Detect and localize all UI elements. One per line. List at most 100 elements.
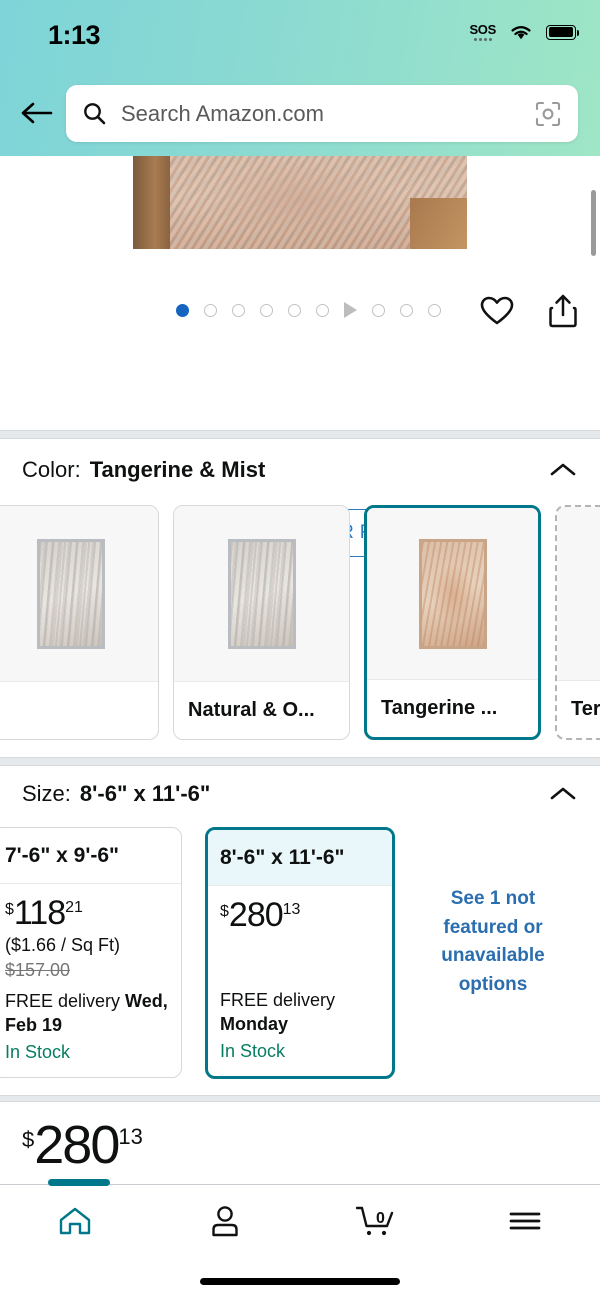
- amazon-product-page: 1:13 SOS Search Amazon.com Color: Tanger…: [0, 0, 600, 1299]
- size-card-body-0: $ 118 21 ($1.66 / Sq Ft) $157.00 FREE de…: [0, 884, 181, 1077]
- gallery-dot-3[interactable]: [224, 302, 252, 318]
- color-swatch-tangerine[interactable]: Tangerine ...: [364, 505, 541, 740]
- stock-status-1: In Stock: [220, 1040, 286, 1061]
- product-gallery: VIEW IN YOUR ROOM: [0, 156, 600, 557]
- battery-full-icon: [546, 24, 580, 40]
- color-section-header[interactable]: Color: Tangerine & Mist: [0, 446, 600, 494]
- bottom-nav-items: 0: [0, 1185, 600, 1257]
- rug-thumb-image: [418, 538, 487, 649]
- home-indicator: [200, 1278, 400, 1285]
- color-swatch-label-2: Tangerine ...: [367, 679, 538, 737]
- swatch-thumb-natural: [174, 506, 349, 681]
- size-value: 8'-6" x 11'-6": [79, 781, 211, 806]
- price-currency-0: $: [5, 901, 14, 918]
- hamburger-menu-icon: [509, 1212, 541, 1230]
- color-swatch-label-0: [0, 681, 158, 739]
- gallery-dot-2[interactable]: [196, 302, 224, 318]
- person-icon: [212, 1206, 238, 1237]
- app-header: 1:13 SOS Search Amazon.com: [0, 0, 600, 156]
- search-input[interactable]: Search Amazon.com: [121, 101, 534, 127]
- gallery-video-play-icon[interactable]: [336, 302, 364, 318]
- wifi-icon: [511, 26, 531, 40]
- section-divider-size: [0, 757, 600, 766]
- color-value: Tangerine & Mist: [89, 457, 266, 482]
- page-scrollbar[interactable]: [591, 190, 596, 256]
- chevron-up-icon[interactable]: [548, 460, 578, 480]
- gallery-dot-10[interactable]: [420, 302, 448, 318]
- nav-item-home[interactable]: [0, 1202, 150, 1240]
- nav-item-account[interactable]: [150, 1202, 300, 1240]
- section-divider-buybox: [0, 1095, 600, 1102]
- rug-thumb-image: [227, 538, 296, 649]
- camera-scan-icon[interactable]: [534, 100, 562, 128]
- price-1: $ 280 13: [220, 898, 380, 932]
- color-label: Color:: [22, 457, 81, 482]
- color-swatch-terracotta[interactable]: Terracotta ...: [555, 505, 600, 740]
- price-fraction-1: 13: [282, 901, 301, 918]
- size-card-title-1: 8'-6" x 11'-6": [208, 830, 392, 886]
- search-icon: [84, 103, 106, 125]
- stock-status-0: In Stock: [5, 1041, 71, 1062]
- see-unavailable-options-link[interactable]: See 1 not featured or unavailable option…: [418, 827, 568, 999]
- gallery-dot-6[interactable]: [308, 302, 336, 318]
- color-swatch-partial[interactable]: [0, 505, 159, 740]
- active-tab-indicator: [48, 1179, 110, 1186]
- rug-thumb-image: [36, 538, 105, 649]
- cart-icon: [355, 1206, 394, 1236]
- gallery-dot-1[interactable]: [168, 302, 196, 318]
- buybox-fraction: 13: [118, 1124, 143, 1149]
- price-fraction-0: 21: [65, 899, 83, 916]
- wishlist-button[interactable]: [480, 295, 514, 332]
- delivery-date-1: Monday: [220, 1014, 289, 1035]
- size-card-title-0: 7'-6" x 9'-6": [0, 828, 181, 884]
- size-section-header[interactable]: Size: 8'-6" x 11'-6": [0, 770, 600, 818]
- chevron-up-icon[interactable]: [548, 784, 578, 804]
- nav-item-menu[interactable]: [450, 1206, 600, 1236]
- swatch-thumb-terracotta: [557, 507, 600, 680]
- status-bar-indicators: SOS: [469, 22, 580, 42]
- bottom-navigation-bar: 0: [0, 1179, 600, 1299]
- heart-icon: [480, 296, 514, 325]
- product-hero-image[interactable]: [133, 156, 467, 249]
- size-label: Size:: [22, 781, 71, 806]
- price-0: $ 118 21: [5, 896, 169, 930]
- share-button[interactable]: [548, 294, 578, 333]
- color-swatch-natural[interactable]: Natural & O...: [173, 505, 350, 740]
- nav-item-cart[interactable]: 0: [300, 1202, 450, 1240]
- gallery-pagination-dots: [168, 302, 448, 318]
- size-option-row[interactable]: 7'-6" x 9'-6" $ 118 21 ($1.66 / Sq Ft) $…: [0, 827, 592, 1079]
- price-spacer: [220, 934, 380, 980]
- gallery-dot-8[interactable]: [364, 302, 392, 318]
- gallery-dot-4[interactable]: [252, 302, 280, 318]
- rug-image: [133, 156, 467, 249]
- buybox-currency: $: [22, 1127, 35, 1152]
- status-bar: 1:13 SOS: [0, 0, 600, 62]
- back-arrow-icon: [21, 102, 53, 124]
- gallery-dot-5[interactable]: [280, 302, 308, 318]
- color-swatch-label-3: Terracotta ...: [557, 680, 600, 738]
- size-card-7x9[interactable]: 7'-6" x 9'-6" $ 118 21 ($1.66 / Sq Ft) $…: [0, 827, 182, 1078]
- color-swatch-label-1: Natural & O...: [174, 681, 349, 739]
- status-bar-clock: 1:13: [48, 20, 101, 50]
- price-whole-1: 280: [228, 896, 284, 934]
- search-bar[interactable]: Search Amazon.com: [66, 85, 578, 142]
- delivery-1: FREE delivery Monday: [220, 988, 380, 1037]
- gallery-actions: [480, 294, 578, 333]
- color-swatch-row[interactable]: Natural & O... Tangerine ... Terracotta …: [0, 505, 600, 740]
- delivery-prefix-1: FREE delivery: [220, 990, 336, 1010]
- share-icon: [549, 294, 577, 328]
- sos-indicator: SOS: [469, 23, 496, 41]
- sos-dots: [473, 38, 492, 41]
- gallery-dot-9[interactable]: [392, 302, 420, 318]
- size-card-body-1: $ 280 13 FREE delivery Monday In Stock: [208, 886, 392, 1076]
- price-currency-1: $: [220, 903, 229, 920]
- delivery-0: FREE delivery Wed, Feb 19: [5, 989, 169, 1038]
- size-card-8x11[interactable]: 8'-6" x 11'-6" $ 280 13 FREE delivery Mo…: [205, 827, 395, 1079]
- buybox-whole: 280: [34, 1115, 120, 1175]
- price-whole-0: 118: [13, 894, 66, 932]
- list-price-0: $157.00: [5, 960, 71, 980]
- back-button[interactable]: [14, 90, 60, 136]
- unit-price-0: ($1.66 / Sq Ft): [5, 935, 121, 955]
- cart-count-badge: 0: [376, 1210, 385, 1227]
- home-icon: [59, 1207, 91, 1235]
